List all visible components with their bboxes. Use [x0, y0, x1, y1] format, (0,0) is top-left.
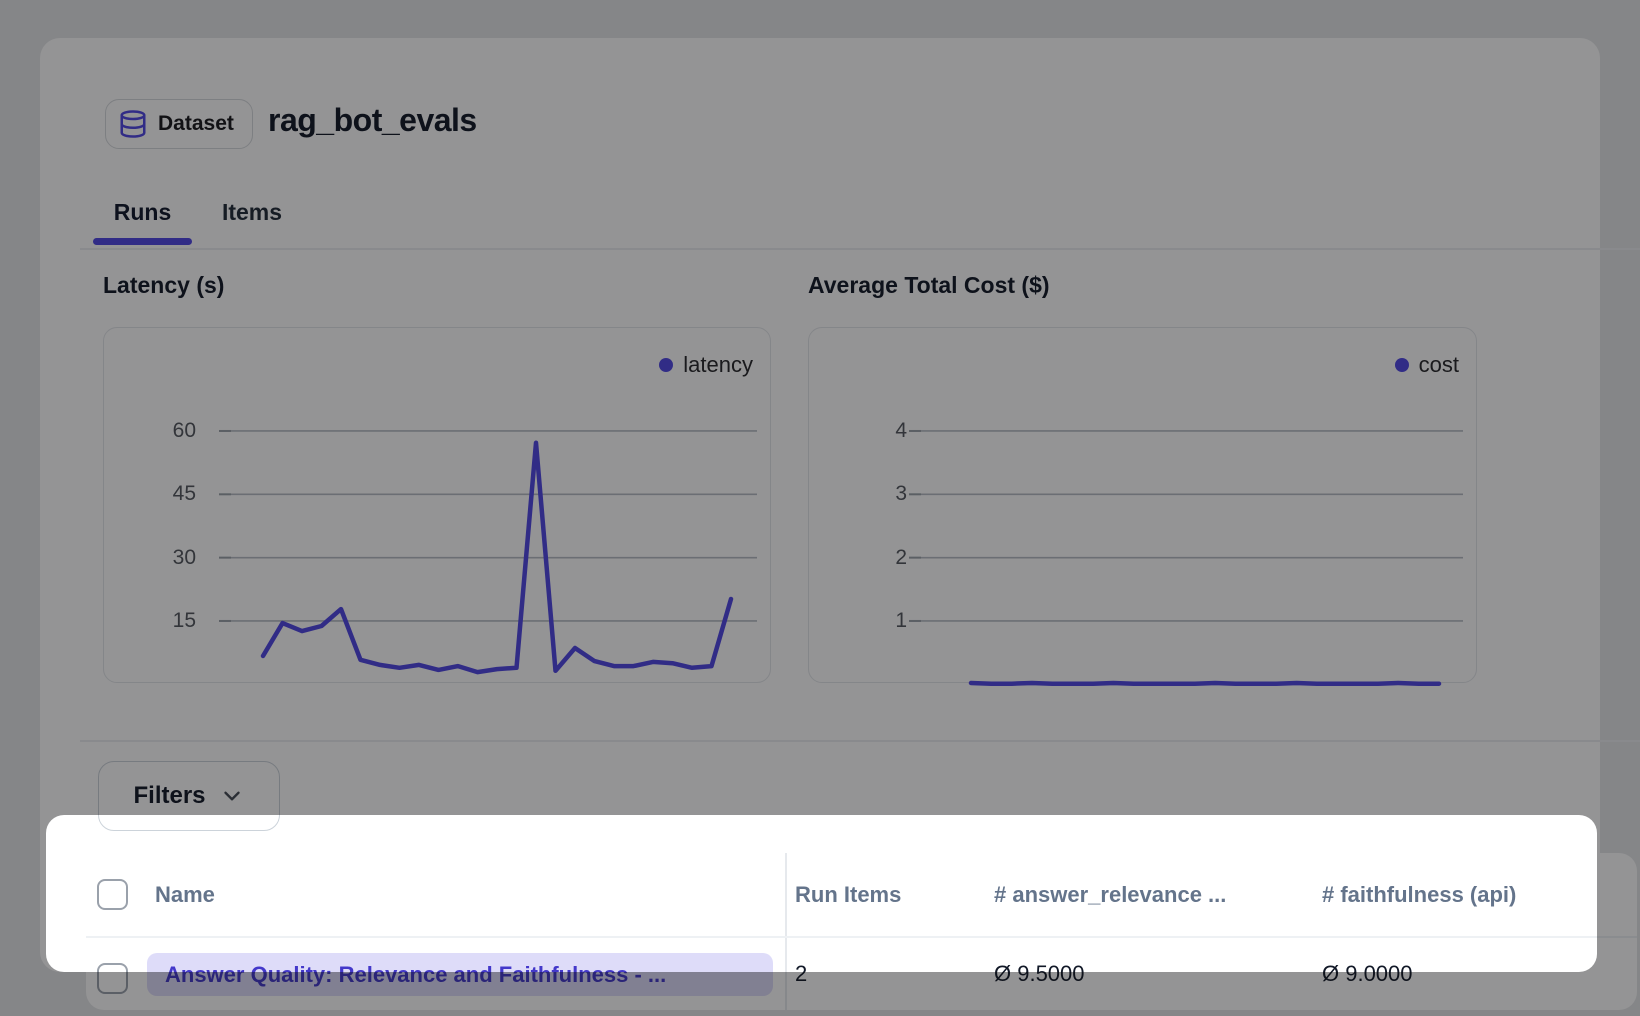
row-checkbox[interactable]: [97, 963, 128, 994]
cost-chart-title: Average Total Cost ($): [808, 272, 1050, 299]
cell-faithfulness: Ø 9.0000: [1322, 937, 1413, 1010]
runs-table: Name Run Items # answer_relevance ... # …: [86, 853, 1637, 1010]
cost-chart: cost 1234: [808, 327, 1477, 683]
dataset-badge-label: Dataset: [158, 112, 234, 136]
select-all-checkbox[interactable]: [97, 879, 128, 910]
app-window: Dataset rag_bot_evals Runs Items Latency…: [0, 0, 1640, 1016]
dataset-panel: Dataset rag_bot_evals Runs Items Latency…: [40, 38, 1600, 972]
filters-button-label: Filters: [133, 782, 205, 810]
column-header-name[interactable]: Name: [155, 853, 215, 936]
column-divider: [785, 853, 787, 1010]
plot-area: [104, 328, 772, 684]
column-header-faithfulness[interactable]: # faithfulness (api): [1322, 853, 1516, 936]
latency-chart: latency 15304560: [103, 327, 771, 683]
column-header-answer-relevance[interactable]: # answer_relevance ...: [994, 853, 1226, 936]
page-title: rag_bot_evals: [268, 102, 477, 139]
latency-chart-title: Latency (s): [103, 272, 224, 299]
dataset-type-badge: Dataset: [105, 99, 253, 149]
run-name-label: Answer Quality: Relevance and Faithfulne…: [165, 962, 666, 988]
chevron-down-icon: [219, 783, 245, 809]
active-tab-indicator: [93, 238, 192, 245]
plot-area: [809, 328, 1478, 684]
cell-answer-relevance: Ø 9.5000: [994, 937, 1085, 1010]
tab-runs[interactable]: Runs: [93, 186, 192, 238]
database-icon: [118, 109, 148, 139]
tab-items[interactable]: Items: [206, 186, 298, 238]
cell-run-items: 2: [795, 937, 807, 1010]
filters-button[interactable]: Filters: [98, 761, 280, 831]
cost-line: [971, 683, 1439, 684]
run-name-link[interactable]: Answer Quality: Relevance and Faithfulne…: [147, 953, 773, 996]
tabs-divider: [80, 248, 1640, 250]
column-header-run-items[interactable]: Run Items: [795, 853, 901, 936]
filters-divider: [80, 740, 1640, 742]
